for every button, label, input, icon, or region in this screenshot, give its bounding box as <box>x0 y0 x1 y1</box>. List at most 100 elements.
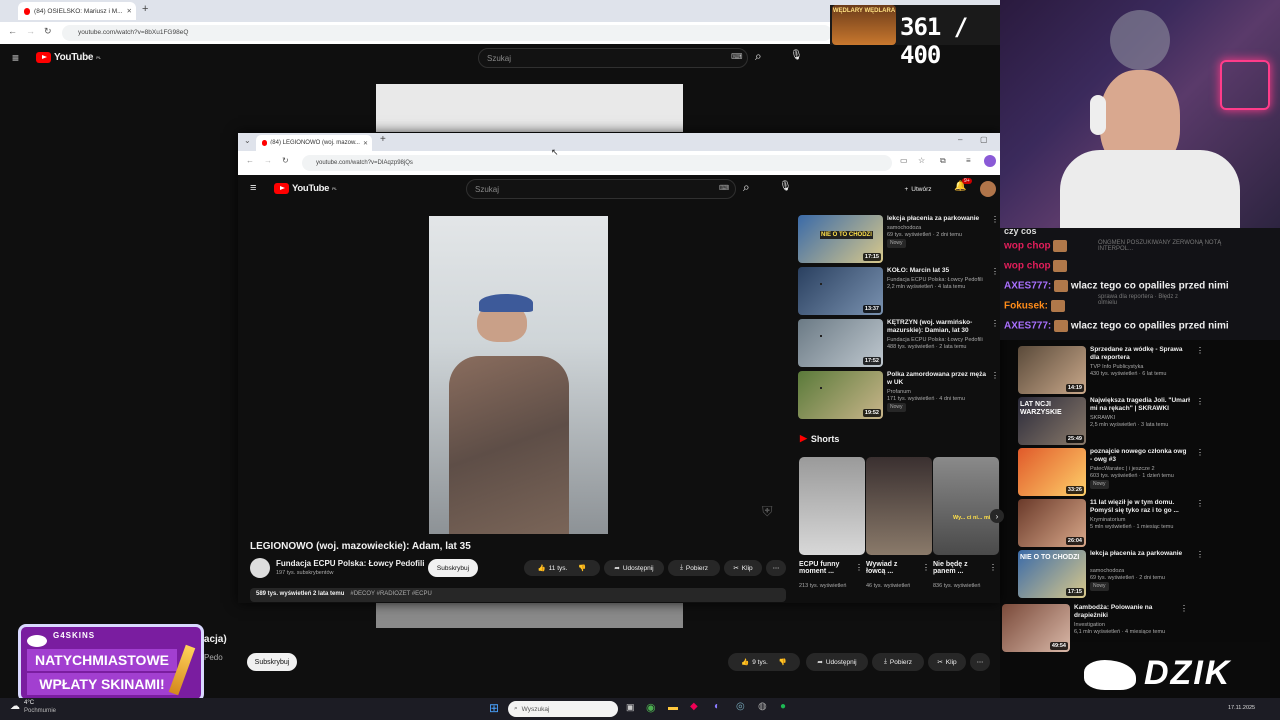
related-video-item[interactable]: 17:52 KĘTRZYN (woj. warmińsko-mazurskie)… <box>798 319 999 367</box>
short-thumbnail[interactable] <box>799 457 865 555</box>
more-options-icon[interactable]: ⋮ <box>1196 550 1204 559</box>
search-input[interactable]: Szukaj <box>478 48 748 68</box>
downloads-icon[interactable]: ≡ <box>966 156 971 165</box>
video-title[interactable]: Polka zamordowana przez męża w UK <box>887 371 987 387</box>
channel-name[interactable]: PatecWaratec | i jeszcze 2 <box>1090 466 1195 473</box>
more-options-icon[interactable]: ⋮ <box>1196 448 1204 457</box>
thumbs-up-icon[interactable]: 👍 <box>538 564 546 572</box>
short-item[interactable]: Wy... ci ni... mi... Nie będę z panem ..… <box>933 457 999 597</box>
browser-tab[interactable]: (84) LEGIONOWO (woj. mazow... ✕ <box>256 135 372 151</box>
video-thumbnail[interactable]: 26:04 <box>1018 499 1086 547</box>
more-options-icon[interactable]: ⋮ <box>991 319 999 328</box>
related-video-item[interactable]: 26:04 11 lat więził je w tym domu. Pomyś… <box>1018 499 1204 547</box>
microphone-icon[interactable]: 🎙 <box>779 181 792 192</box>
share-button[interactable]: ➦ Udostępnij <box>806 653 868 671</box>
channel-name[interactable]: TVP Info Publicystyka <box>1090 364 1195 371</box>
cast-icon[interactable]: ▭ <box>900 156 908 165</box>
menu-icon[interactable]: ≡ <box>250 182 256 194</box>
account-avatar[interactable] <box>980 181 996 197</box>
video-title[interactable]: lekcja płacenia za parkowanie <box>1090 550 1190 558</box>
video-title[interactable]: Największa tragedia Joli. "Umarł mi na r… <box>1090 397 1190 413</box>
short-title[interactable]: Wywiad z łowcą ... <box>866 561 918 575</box>
related-video-item[interactable]: 19:52 Polka zamordowana przez męża w UK … <box>798 371 999 419</box>
taskbar-search[interactable]: ⌕ Wyszukaj <box>508 701 618 717</box>
channel-name[interactable]: SKRAWKI <box>1090 415 1195 422</box>
channel-name[interactable]: Fundacja ECPU Polska: Łowcy Pedofili <box>887 337 992 344</box>
keyboard-icon[interactable]: ⌨ <box>719 184 729 192</box>
video-player[interactable] <box>429 216 608 534</box>
more-options-icon[interactable]: ⋮ <box>1180 604 1188 613</box>
video-thumbnail[interactable]: NIE O TO CHODZI 17:15 <box>1018 550 1086 598</box>
thumbs-down-icon[interactable]: 👎 <box>779 658 787 666</box>
video-thumbnail[interactable]: 14:19 <box>1018 346 1086 394</box>
video-thumbnail[interactable]: 17:52 <box>798 319 883 367</box>
video-thumbnail[interactable]: 13:37 <box>798 267 883 315</box>
share-button[interactable]: ➦ Udostępnij <box>604 560 664 576</box>
more-options-icon[interactable]: ⋮ <box>922 563 930 572</box>
more-options-icon[interactable]: ⋮ <box>1196 397 1204 406</box>
more-actions-button[interactable]: ⋯ <box>970 653 990 671</box>
description-box[interactable]: 589 tys. wyświetleń 2 lata temu #DECOY #… <box>250 588 786 602</box>
bookmark-star-icon[interactable]: ☆ <box>918 156 925 165</box>
more-options-icon[interactable]: ⋮ <box>1196 346 1204 355</box>
thumbs-up-icon[interactable]: 👍 <box>741 658 749 666</box>
download-button[interactable]: ⤓ Pobierz <box>872 653 924 671</box>
channel-name[interactable]: Kryminatorium <box>1090 517 1195 524</box>
search-input[interactable]: Szukaj <box>466 179 736 199</box>
video-thumbnail[interactable]: 33:26 <box>1018 448 1086 496</box>
like-count[interactable]: 9 tys. <box>752 659 768 666</box>
short-item[interactable]: ECPU funny moment ... 213 tys. wyświetle… <box>799 457 865 597</box>
app-icon-1[interactable]: ◆ <box>690 701 698 712</box>
related-video-item[interactable]: LAT NCJI WARZYSKIE 25:49 Największa trag… <box>1018 397 1204 445</box>
search-icon[interactable]: ⌕ <box>743 180 750 195</box>
channel-avatar[interactable] <box>250 558 270 578</box>
reload-icon[interactable]: ↻ <box>44 26 52 37</box>
channel-name[interactable]: Profanum <box>887 389 992 396</box>
video-title[interactable]: lekcja płacenia za parkowanie <box>887 215 987 223</box>
url-field[interactable]: youtube.com/watch?v=8bXu1FG98eQ <box>62 25 832 41</box>
microphone-icon[interactable]: 🎙 <box>790 50 803 61</box>
video-thumbnail[interactable]: LAT NCJI WARZYSKIE 25:49 <box>1018 397 1086 445</box>
create-button[interactable]: + Utwórz <box>896 181 940 197</box>
youtube-logo[interactable]: YouTube PL <box>274 183 337 194</box>
obs-icon[interactable]: ◍ <box>758 701 767 712</box>
chat-username[interactable]: Fokusek: <box>1004 301 1048 312</box>
profile-avatar[interactable] <box>984 155 996 167</box>
chat-username[interactable]: wop chop <box>1004 261 1051 272</box>
channel-name[interactable]: samochodoza <box>887 225 992 232</box>
video-thumbnail[interactable]: NIE O TO CHODZI 17:15 <box>798 215 883 263</box>
chrome-profile-icon[interactable]: ◎ <box>736 701 745 712</box>
video-title[interactable]: KOŁO: Marcin lat 35 <box>887 267 987 275</box>
subscribe-button[interactable]: Subskrybuj <box>247 653 297 671</box>
chat-username[interactable]: AXES777: <box>1004 321 1051 332</box>
more-options-icon[interactable]: ⋮ <box>989 563 997 572</box>
related-video-item[interactable]: 33:26 poznajcie nowego członka owg - owg… <box>1018 448 1204 496</box>
video-player-bottom[interactable] <box>376 602 683 628</box>
video-title[interactable]: poznajcie nowego członka owg - owg #3 <box>1090 448 1190 464</box>
more-actions-button[interactable]: ⋯ <box>766 560 786 576</box>
channel-name[interactable]: Fundacja ECPU Polska: Łowcy Pedofili <box>887 277 992 284</box>
thumbs-down-icon[interactable]: 👎 <box>578 564 586 572</box>
forward-icon[interactable]: → <box>26 26 35 36</box>
browser-tab[interactable]: (84) OSIELSKO: Mariusz i M... ✕ <box>18 2 136 20</box>
related-video-item[interactable]: NIE O TO CHODZI 17:15 lekcja płacenia za… <box>1018 550 1204 598</box>
back-icon[interactable]: ← <box>246 156 254 165</box>
more-options-icon[interactable]: ⋮ <box>991 267 999 276</box>
more-options-icon[interactable]: ⋮ <box>991 215 999 224</box>
related-video-item[interactable]: 13:37 KOŁO: Marcin lat 35 Fundacja ECPU … <box>798 267 999 315</box>
close-tab-icon[interactable]: ✕ <box>127 7 132 15</box>
short-item[interactable]: Wywiad z łowcą ... 46 tys. wyświetleń ⋮ <box>866 457 932 597</box>
subscribe-button[interactable]: Subskrybuj <box>428 559 478 577</box>
video-thumbnail[interactable]: 49:54 <box>1002 604 1070 652</box>
spotify-icon[interactable]: ● <box>780 701 786 712</box>
back-icon[interactable]: ← <box>8 26 17 36</box>
discord-icon[interactable]: ◐ <box>714 701 720 712</box>
search-icon[interactable]: ⌕ <box>755 49 762 64</box>
more-options-icon[interactable]: ⋮ <box>1196 499 1204 508</box>
video-thumbnail[interactable]: 19:52 <box>798 371 883 419</box>
download-button[interactable]: ⤓ Pobierz <box>668 560 720 576</box>
new-tab-button[interactable]: + <box>380 134 386 145</box>
youtube-logo[interactable]: YouTube PL <box>36 52 101 63</box>
channel-name[interactable]: Investigation <box>1074 622 1179 629</box>
more-options-icon[interactable]: ⋮ <box>855 563 863 572</box>
